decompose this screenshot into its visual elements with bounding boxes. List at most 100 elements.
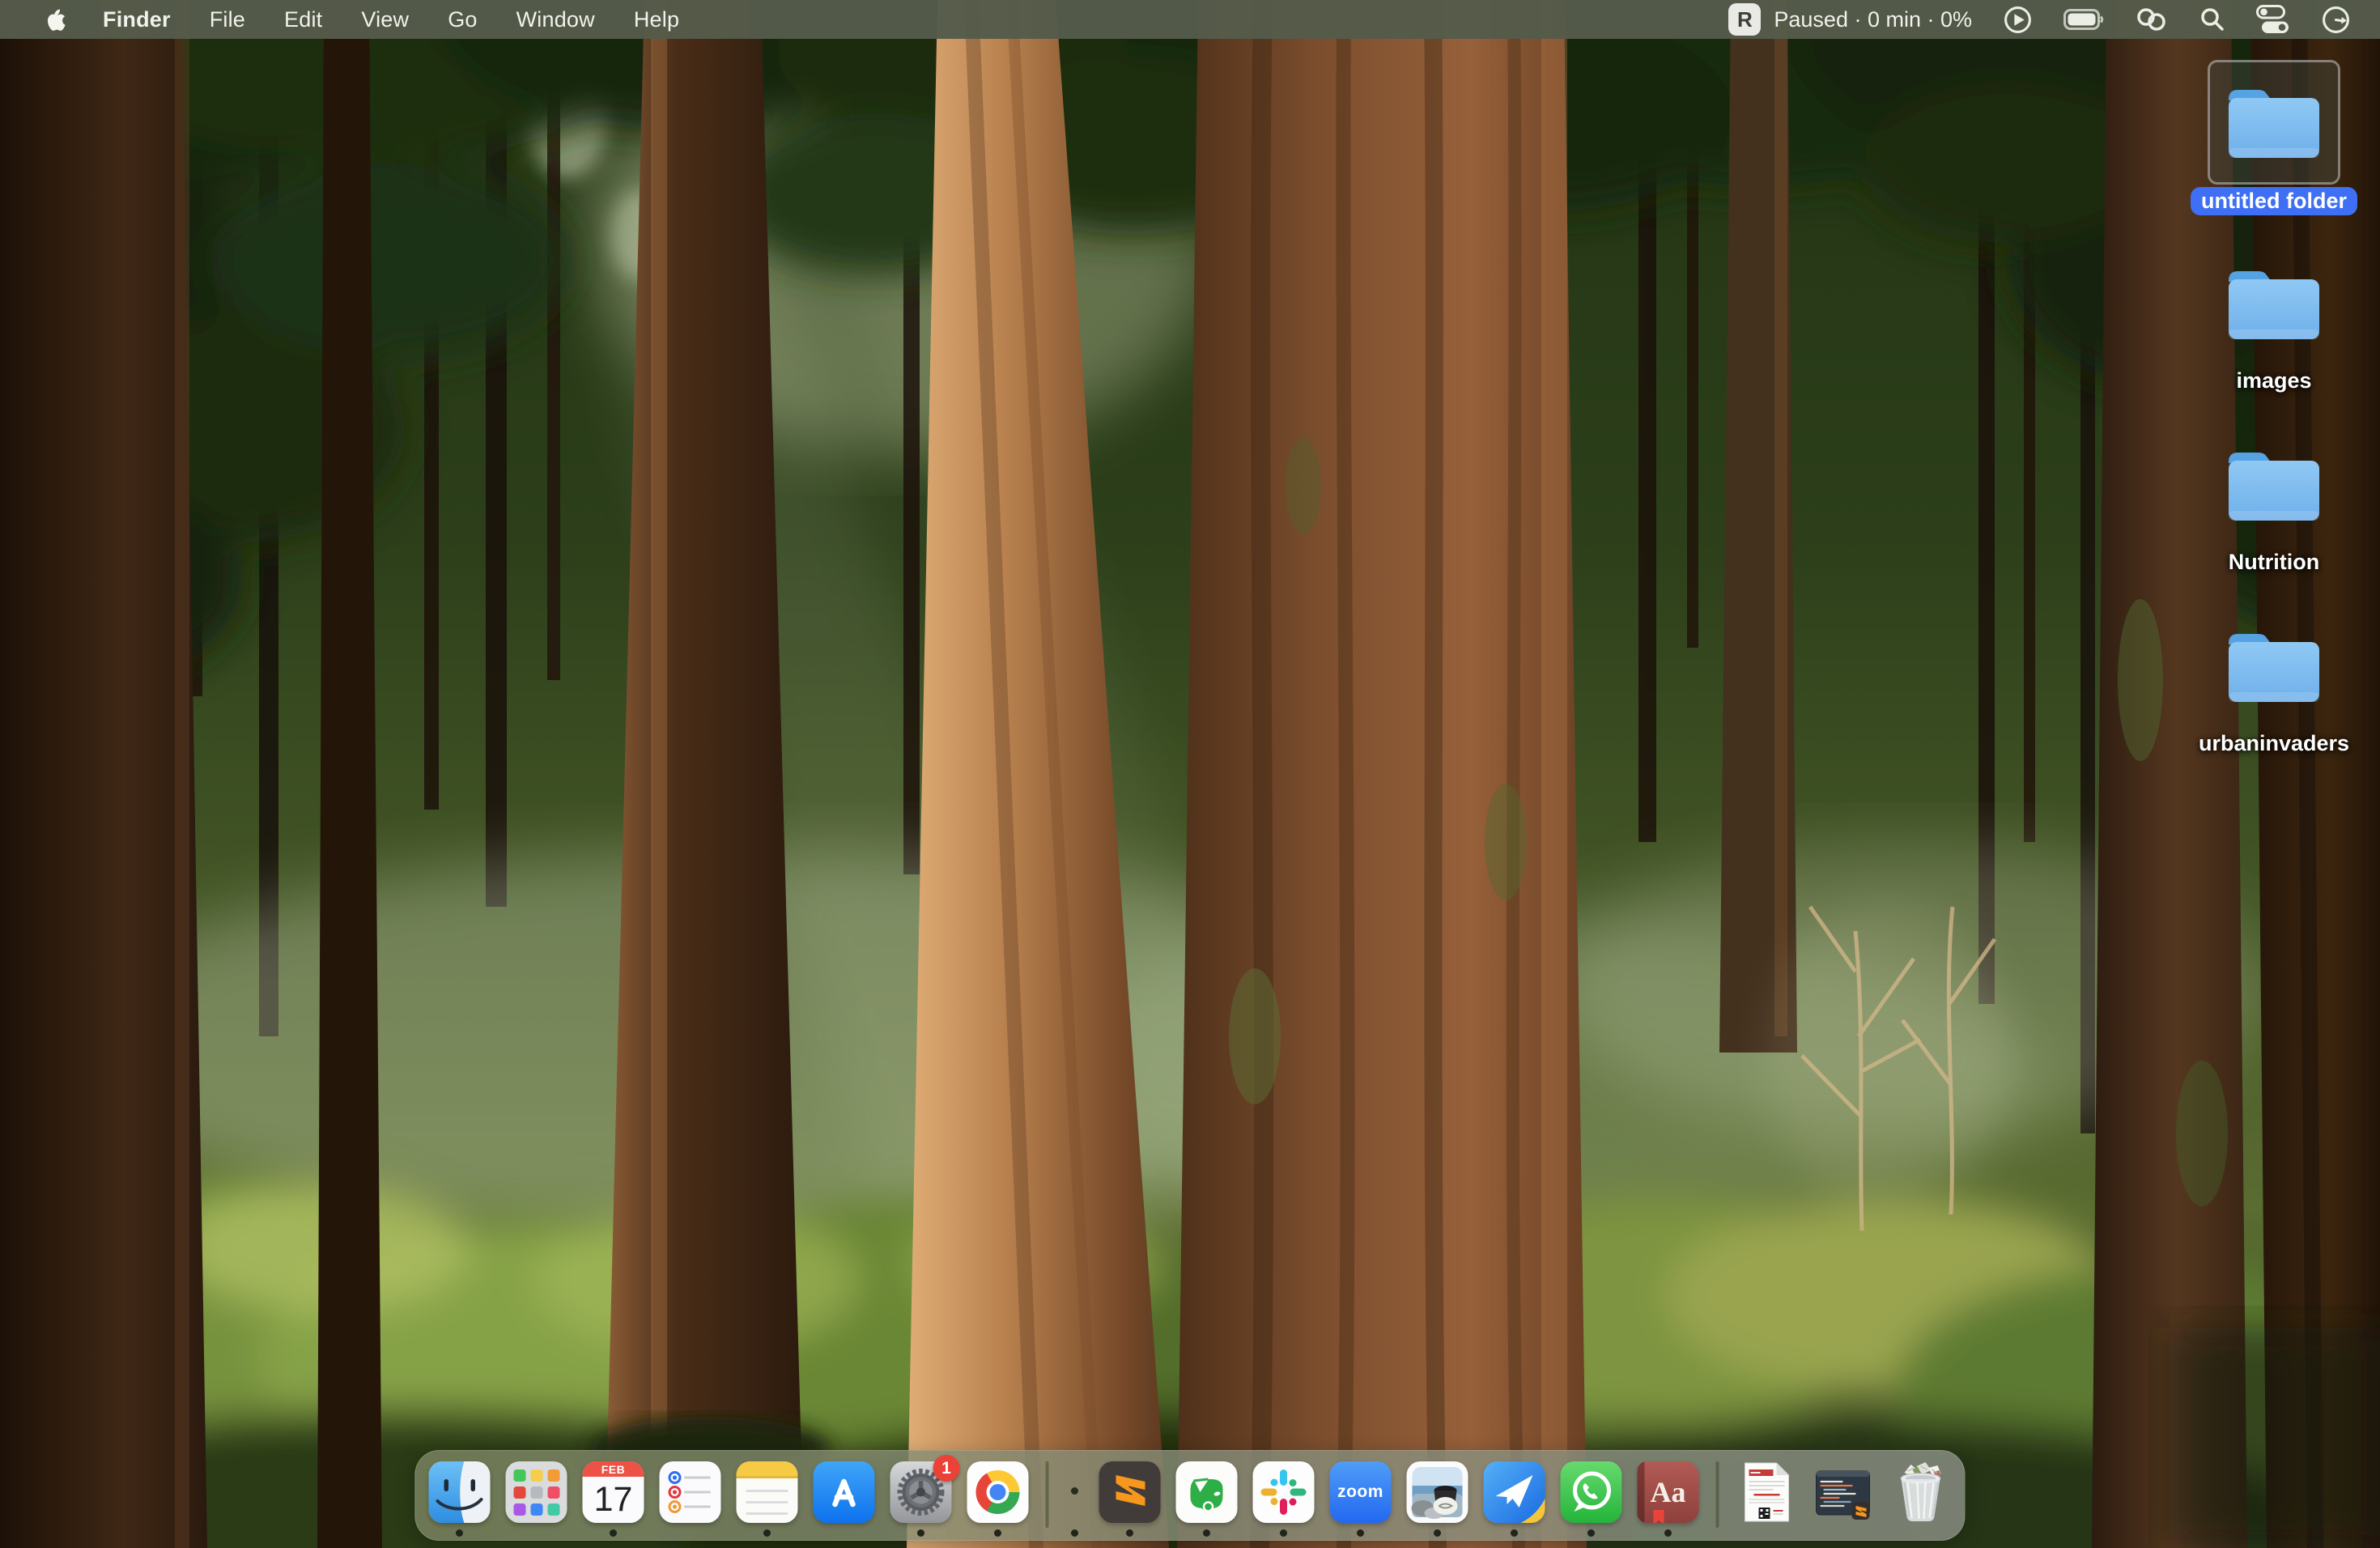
dock-system-settings[interactable]: 1 [890, 1461, 952, 1523]
finder-icon [429, 1461, 491, 1523]
dock: FEB 17 [415, 1450, 1966, 1541]
menu-item-view[interactable]: View [342, 0, 428, 39]
menu-item-help[interactable]: Help [614, 0, 699, 39]
dock-pdf-document[interactable] [1736, 1461, 1798, 1523]
evernote-icon [1176, 1461, 1238, 1523]
dock-preview[interactable] [1407, 1461, 1468, 1523]
dock-trash[interactable] [1890, 1461, 1952, 1523]
system-settings-icon: 1 [890, 1461, 952, 1523]
folder-icon [2224, 263, 2324, 344]
running-indicator [1664, 1529, 1672, 1537]
folder-selection-frame [2208, 60, 2340, 185]
recorder-status-text: Paused · 0 min · 0% [1774, 7, 1972, 32]
dictionary-aa-label: Aa [1651, 1475, 1686, 1509]
menu-item-go[interactable]: Go [428, 0, 496, 39]
dock-sublime-text[interactable] [1099, 1461, 1161, 1523]
desktop-folder-nutrition[interactable]: Nutrition [2178, 423, 2370, 604]
zoom-wordmark: zoom [1337, 1482, 1383, 1502]
dock-dictionary[interactable]: Aa [1638, 1461, 1699, 1523]
dock-spark[interactable] [1484, 1461, 1545, 1523]
dock-finder[interactable] [429, 1461, 491, 1523]
reminders-icon [660, 1461, 721, 1523]
running-indicator [1203, 1529, 1210, 1537]
battery-icon[interactable] [2063, 9, 2104, 30]
running-indicator [1126, 1529, 1133, 1537]
dock-separator [1716, 1461, 1719, 1528]
dock-launchpad[interactable] [506, 1461, 567, 1523]
dock-separator [1046, 1461, 1049, 1528]
folder-frame [2208, 604, 2340, 729]
dictionary-icon: Aa [1638, 1461, 1699, 1523]
folder-label: urbaninvaders [2199, 731, 2349, 756]
sublime-text-icon [1099, 1461, 1161, 1523]
dock-zoom[interactable]: zoom [1330, 1461, 1392, 1523]
play-circle-icon[interactable] [2003, 5, 2033, 35]
running-indicator [994, 1529, 1001, 1537]
running-indicator [917, 1529, 924, 1537]
dock-whatsapp[interactable] [1561, 1461, 1622, 1523]
forest-wallpaper [0, 0, 2380, 1548]
calendar-icon: FEB 17 [583, 1461, 644, 1523]
spotlight-search-icon[interactable] [2199, 6, 2225, 32]
preview-icon [1407, 1461, 1468, 1523]
calendar-day: 17 [583, 1477, 644, 1523]
pdf-document-icon [1743, 1461, 1791, 1523]
running-indicator [1071, 1529, 1078, 1537]
folder-icon [2224, 444, 2324, 525]
desktop-folder-images[interactable]: images [2178, 241, 2370, 423]
recorder-badge: R [1728, 3, 1761, 36]
running-indicator [456, 1529, 463, 1537]
desktop: Finder File Edit View Go Window Help R P… [0, 0, 2380, 1548]
running-indicator [763, 1529, 771, 1537]
recorder-status[interactable]: R Paused · 0 min · 0% [1728, 3, 1972, 36]
minimized-window-icon [1815, 1465, 1873, 1523]
menu-item-finder[interactable]: Finder [83, 0, 190, 39]
menu-bar-status: R Paused · 0 min · 0% [1728, 0, 2380, 39]
dock-reminders[interactable] [660, 1461, 721, 1523]
dock-chrome[interactable] [967, 1461, 1029, 1523]
apple-icon [45, 7, 66, 32]
menu-item-file[interactable]: File [190, 0, 265, 39]
spark-icon [1484, 1461, 1545, 1523]
menu-item-edit[interactable]: Edit [265, 0, 342, 39]
dock-app-store[interactable] [814, 1461, 875, 1523]
control-center-icon[interactable] [2256, 5, 2290, 35]
running-indicator [610, 1529, 617, 1537]
tiny-app-icon [1071, 1487, 1078, 1495]
dock-slack[interactable] [1253, 1461, 1315, 1523]
apple-menu[interactable] [28, 0, 83, 39]
chrome-icon [967, 1461, 1029, 1523]
desktop-folder-urbaninvaders[interactable]: urbaninvaders [2178, 604, 2370, 785]
dock-unknown-tiny-app[interactable] [1066, 1461, 1084, 1523]
folder-frame [2208, 241, 2340, 366]
linked-devices-icon[interactable] [2135, 6, 2169, 33]
app-store-icon [814, 1461, 875, 1523]
running-indicator [1357, 1529, 1364, 1537]
zoom-icon: zoom [1330, 1461, 1392, 1523]
running-indicator [1434, 1529, 1441, 1537]
dock-notes[interactable] [737, 1461, 798, 1523]
dock-evernote[interactable] [1176, 1461, 1238, 1523]
notes-icon [737, 1461, 798, 1523]
folder-label: Nutrition [2229, 550, 2319, 575]
folder-label: images [2236, 368, 2311, 393]
dock-calendar[interactable]: FEB 17 [583, 1461, 644, 1523]
notification-badge: 1 [933, 1455, 960, 1482]
clock-icon[interactable] [2321, 5, 2351, 35]
running-indicator [1280, 1529, 1287, 1537]
whatsapp-icon [1561, 1461, 1622, 1523]
running-indicator [1511, 1529, 1518, 1537]
menu-item-window[interactable]: Window [497, 0, 614, 39]
launchpad-icon [506, 1461, 567, 1523]
desktop-folder-untitled[interactable]: untitled folder [2178, 60, 2370, 241]
trash-full-icon [1893, 1460, 1949, 1523]
menu-bar: Finder File Edit View Go Window Help R P… [0, 0, 2380, 39]
dock-minimized-sublime-window[interactable] [1813, 1461, 1875, 1523]
folder-icon [2224, 626, 2324, 707]
calendar-month: FEB [583, 1461, 644, 1477]
menu-bar-left: Finder File Edit View Go Window Help [0, 0, 699, 39]
folder-icon [2224, 82, 2324, 163]
desktop-icon-column: untitled folder images Nutrition [2178, 60, 2370, 785]
slack-icon [1253, 1461, 1315, 1523]
folder-frame [2208, 423, 2340, 547]
